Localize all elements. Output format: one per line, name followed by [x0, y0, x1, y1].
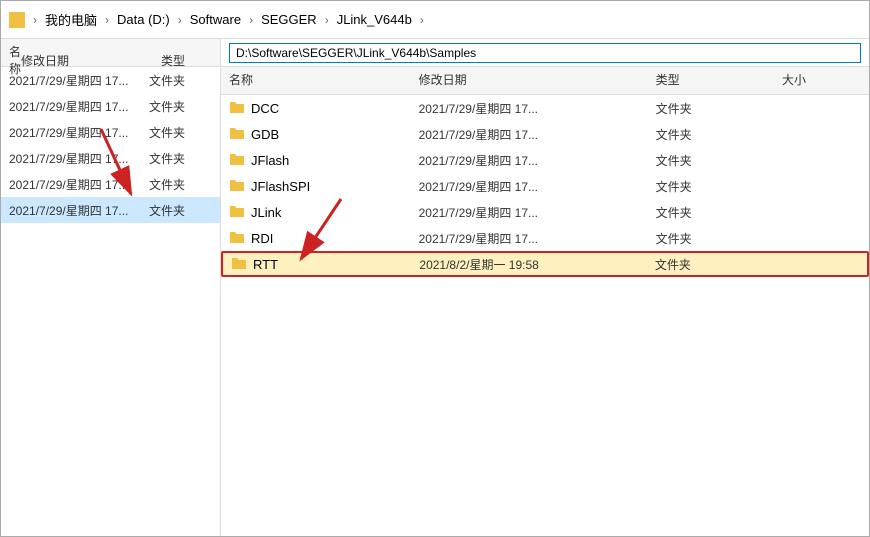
file-date: 2021/8/2/星期一 19:58: [419, 256, 655, 273]
table-row[interactable]: JFL JFlashLite.exe: [1, 275, 220, 301]
address-bar: [221, 39, 869, 67]
main-content: 名称 修改日期 类型 大小 Devices 2021/7/29/星期四 17..…: [1, 39, 869, 536]
file-date: 2021/7/29/星期四 17...: [9, 124, 149, 141]
file-name: GDB: [251, 127, 279, 142]
table-row[interactable]: JF JFlash.exe: [1, 249, 220, 275]
table-row[interactable]: DCC 2021/7/29/星期四 17... 文件夹: [221, 95, 869, 121]
file-date: 2021/7/29/星期四 17...: [9, 176, 149, 193]
left-file-list: Devices 2021/7/29/星期四 17... 文件夹 Doc 2021…: [1, 67, 220, 536]
address-input[interactable]: [229, 43, 861, 63]
file-date: 2021/7/29/星期四 17...: [9, 202, 149, 219]
file-date: 2021/7/29/星期四 17...: [419, 126, 656, 143]
right-col-header-size[interactable]: 大小: [782, 71, 861, 90]
file-type: 文件夹: [656, 126, 782, 143]
file-type: 文件夹: [656, 178, 782, 195]
file-type: 文件夹: [149, 202, 209, 219]
file-date: 2021/7/29/星期四 17...: [419, 100, 656, 117]
table-row[interactable]: SCL JFlashSPI_CL.exe: [1, 327, 220, 353]
breadcrumb-mypc[interactable]: 我的电脑: [41, 8, 101, 31]
file-type: 文件夹: [149, 72, 209, 89]
right-col-header-name[interactable]: 名称: [229, 71, 419, 90]
col-header-type[interactable]: 类型: [161, 52, 221, 69]
table-row[interactable]: SPI JFlashSPI.exe: [1, 301, 220, 327]
table-row[interactable]: JFlashSPI 2021/7/29/星期四 17... 文件夹: [221, 173, 869, 199]
folder-icon: [229, 125, 245, 144]
right-col-header-date[interactable]: 修改日期: [419, 71, 656, 90]
breadcrumb-bar: › 我的电脑 › Data (D:) › Software › SEGGER ›…: [1, 1, 869, 39]
folder-icon: [229, 229, 245, 248]
table-row[interactable]: JLC JLinkConfig.exe: [1, 431, 220, 457]
table-row[interactable]: RDI 2021/7/29/星期四 17... 文件夹: [221, 225, 869, 251]
table-row[interactable]: GDB 2021/7/29/星期四 17... 文件夹: [221, 121, 869, 147]
file-type: 文件夹: [149, 124, 209, 141]
file-name: JFlash: [251, 153, 289, 168]
table-row[interactable]: ETC 2021/7/29/星期四 17... 文件夹: [1, 119, 220, 145]
file-date: 2021/7/29/星期四 17...: [419, 204, 656, 221]
right-column-headers: 名称 修改日期 类型 大小: [221, 67, 869, 95]
file-date: 2021/7/29/星期四 17...: [419, 230, 656, 247]
file-date: 2021/7/29/星期四 17...: [9, 72, 149, 89]
left-panel: 名称 修改日期 类型 大小 Devices 2021/7/29/星期四 17..…: [1, 39, 221, 536]
table-row[interactable]: dll JLink_x64.dll: [1, 379, 220, 405]
file-type: 文件夹: [656, 100, 782, 117]
table-row[interactable]: Doc 2021/7/29/星期四 17... 文件夹: [1, 93, 220, 119]
folder-icon: [229, 99, 245, 118]
table-row[interactable]: JL JLink.exe: [1, 353, 220, 379]
table-row-rtt[interactable]: RTT 2021/8/2/星期一 19:58 文件夹: [221, 251, 869, 277]
file-type: 文件夹: [656, 152, 782, 169]
breadcrumb-jlinkv644b[interactable]: JLink_V644b: [333, 10, 416, 29]
file-date: 2021/7/29/星期四 17...: [9, 150, 149, 167]
file-type: 文件夹: [655, 256, 781, 273]
table-row[interactable]: JFlash 2021/7/29/星期四 17... 文件夹: [221, 147, 869, 173]
file-name: DCC: [251, 101, 279, 116]
folder-breadcrumb-icon: [9, 12, 25, 28]
table-row-samples[interactable]: Samples 2021/7/29/星期四 17... 文件夹: [1, 197, 220, 223]
table-row[interactable]: dll JLinkARM.dll: [1, 405, 220, 431]
table-row[interactable]: RDDI 2021/7/29/星期四 17... 文件夹: [1, 171, 220, 197]
file-type: 文件夹: [149, 176, 209, 193]
file-name: JLink: [251, 205, 281, 220]
folder-icon: [229, 177, 245, 196]
file-name: RDI: [251, 231, 273, 246]
table-row[interactable]: USBDriver: [1, 223, 220, 249]
left-column-headers: 名称 修改日期 类型 大小: [1, 39, 220, 67]
table-row[interactable]: GDBServer 2021/7/29/星期四 17... 文件夹: [1, 145, 220, 171]
folder-icon: [229, 203, 245, 222]
folder-icon: [229, 151, 245, 170]
col-header-date[interactable]: 修改日期: [21, 52, 161, 69]
folder-icon: [231, 255, 247, 274]
file-type: 文件夹: [149, 150, 209, 167]
file-name: JFlashSPI: [251, 179, 310, 194]
right-panel: 名称 修改日期 类型 大小 DCC 2021/7/29/星期四 17... 文件: [221, 39, 869, 536]
file-type: 文件夹: [656, 204, 782, 221]
file-date: 2021/7/29/星期四 17...: [9, 98, 149, 115]
right-file-list: DCC 2021/7/29/星期四 17... 文件夹 GDB 2021/7/2…: [221, 95, 869, 536]
right-col-header-type[interactable]: 类型: [656, 71, 782, 90]
breadcrumb-software[interactable]: Software: [186, 10, 245, 29]
explorer-window: › 我的电脑 › Data (D:) › Software › SEGGER ›…: [0, 0, 870, 537]
table-row[interactable]: Devices 2021/7/29/星期四 17... 文件夹: [1, 67, 220, 93]
file-type: 文件夹: [656, 230, 782, 247]
table-row[interactable]: JLink 2021/7/29/星期四 17... 文件夹: [221, 199, 869, 225]
file-date: 2021/7/29/星期四 17...: [419, 178, 656, 195]
breadcrumb-segger[interactable]: SEGGER: [257, 10, 321, 29]
file-name: RTT: [253, 257, 278, 272]
file-date: 2021/7/29/星期四 17...: [419, 152, 656, 169]
breadcrumb-datad[interactable]: Data (D:): [113, 10, 174, 29]
file-type: 文件夹: [149, 98, 209, 115]
